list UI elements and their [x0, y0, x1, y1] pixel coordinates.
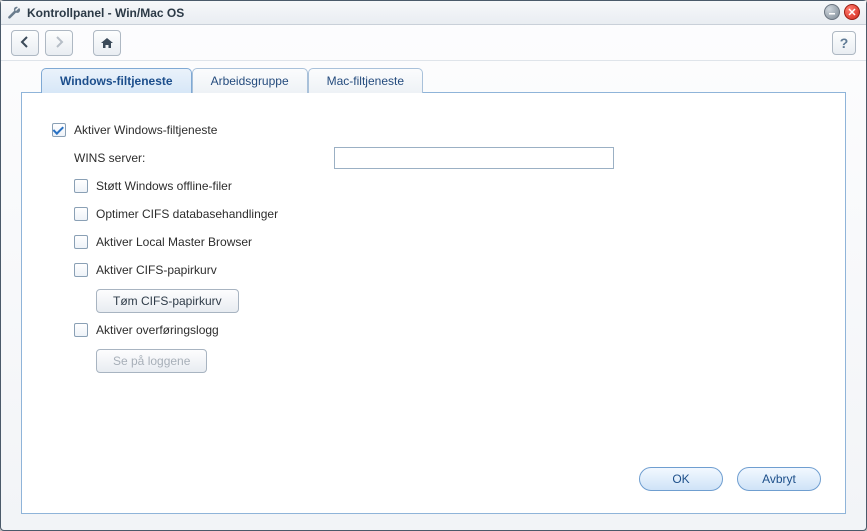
- window-title: Kontrollpanel - Win/Mac OS: [27, 6, 184, 20]
- window-root: Kontrollpanel - Win/Mac OS: [0, 0, 867, 531]
- window-controls: [824, 4, 860, 20]
- row-transfer-log: Aktiver overføringslogg: [52, 319, 825, 341]
- checkbox-optimize-cifs[interactable]: [74, 207, 88, 221]
- label-optimize-cifs: Optimer CIFS databasehandlinger: [96, 207, 278, 221]
- checkbox-enable-windows-file-service[interactable]: [52, 123, 66, 137]
- view-logs-button[interactable]: Se på loggene: [96, 349, 207, 373]
- checkbox-cifs-recycle-bin[interactable]: [74, 263, 88, 277]
- label-local-master: Aktiver Local Master Browser: [96, 235, 252, 249]
- toolbar: ?: [1, 25, 866, 61]
- home-icon: [100, 36, 114, 50]
- row-enable-service: Aktiver Windows-filtjeneste: [52, 119, 825, 141]
- arrow-right-icon: [53, 36, 65, 50]
- help-icon: ?: [840, 35, 849, 51]
- tabs: Windows-filtjeneste Arbeidsgruppe Mac-fi…: [21, 67, 846, 92]
- checkbox-local-master-browser[interactable]: [74, 235, 88, 249]
- forward-button[interactable]: [45, 30, 73, 56]
- row-optimize-cifs: Optimer CIFS databasehandlinger: [52, 203, 825, 225]
- row-wins: WINS server:: [52, 147, 825, 169]
- label-offline-files: Støtt Windows offline-filer: [96, 179, 232, 193]
- tab-panel: Aktiver Windows-filtjeneste WINS server:…: [21, 92, 846, 514]
- tab-mac-file-service[interactable]: Mac-filtjeneste: [308, 68, 423, 93]
- ok-button[interactable]: OK: [639, 467, 723, 491]
- label-enable-service: Aktiver Windows-filtjeneste: [74, 123, 217, 137]
- empty-cifs-recycle-button[interactable]: Tøm CIFS-papirkurv: [96, 289, 239, 313]
- minimize-button[interactable]: [824, 4, 840, 20]
- row-view-logs-btn: Se på loggene: [52, 347, 825, 373]
- content: Windows-filtjeneste Arbeidsgruppe Mac-fi…: [1, 61, 866, 530]
- label-cifs-recycle: Aktiver CIFS-papirkurv: [96, 263, 217, 277]
- tab-workgroup[interactable]: Arbeidsgruppe: [192, 68, 308, 93]
- tab-label: Arbeidsgruppe: [211, 74, 289, 88]
- form-area: Aktiver Windows-filtjeneste WINS server:…: [52, 119, 825, 463]
- tab-label: Mac-filtjeneste: [327, 74, 404, 88]
- back-button[interactable]: [11, 30, 39, 56]
- panel-footer: OK Avbryt: [52, 463, 825, 497]
- titlebar: Kontrollpanel - Win/Mac OS: [1, 1, 866, 25]
- row-empty-recycle-btn: Tøm CIFS-papirkurv: [52, 287, 825, 313]
- row-offline-files: Støtt Windows offline-filer: [52, 175, 825, 197]
- label-transfer-log: Aktiver overføringslogg: [96, 323, 219, 337]
- checkbox-transfer-log[interactable]: [74, 323, 88, 337]
- label-wins-server: WINS server:: [74, 151, 334, 165]
- close-button[interactable]: [844, 4, 860, 20]
- control-panel-icon: [7, 6, 21, 20]
- wins-server-input[interactable]: [334, 147, 614, 169]
- home-button[interactable]: [93, 30, 121, 56]
- cancel-button[interactable]: Avbryt: [737, 467, 821, 491]
- tab-windows-file-service[interactable]: Windows-filtjeneste: [41, 68, 192, 93]
- help-button[interactable]: ?: [832, 31, 856, 55]
- row-cifs-recycle: Aktiver CIFS-papirkurv: [52, 259, 825, 281]
- row-local-master: Aktiver Local Master Browser: [52, 231, 825, 253]
- tab-label: Windows-filtjeneste: [60, 74, 173, 88]
- checkbox-offline-files[interactable]: [74, 179, 88, 193]
- arrow-left-icon: [19, 36, 31, 50]
